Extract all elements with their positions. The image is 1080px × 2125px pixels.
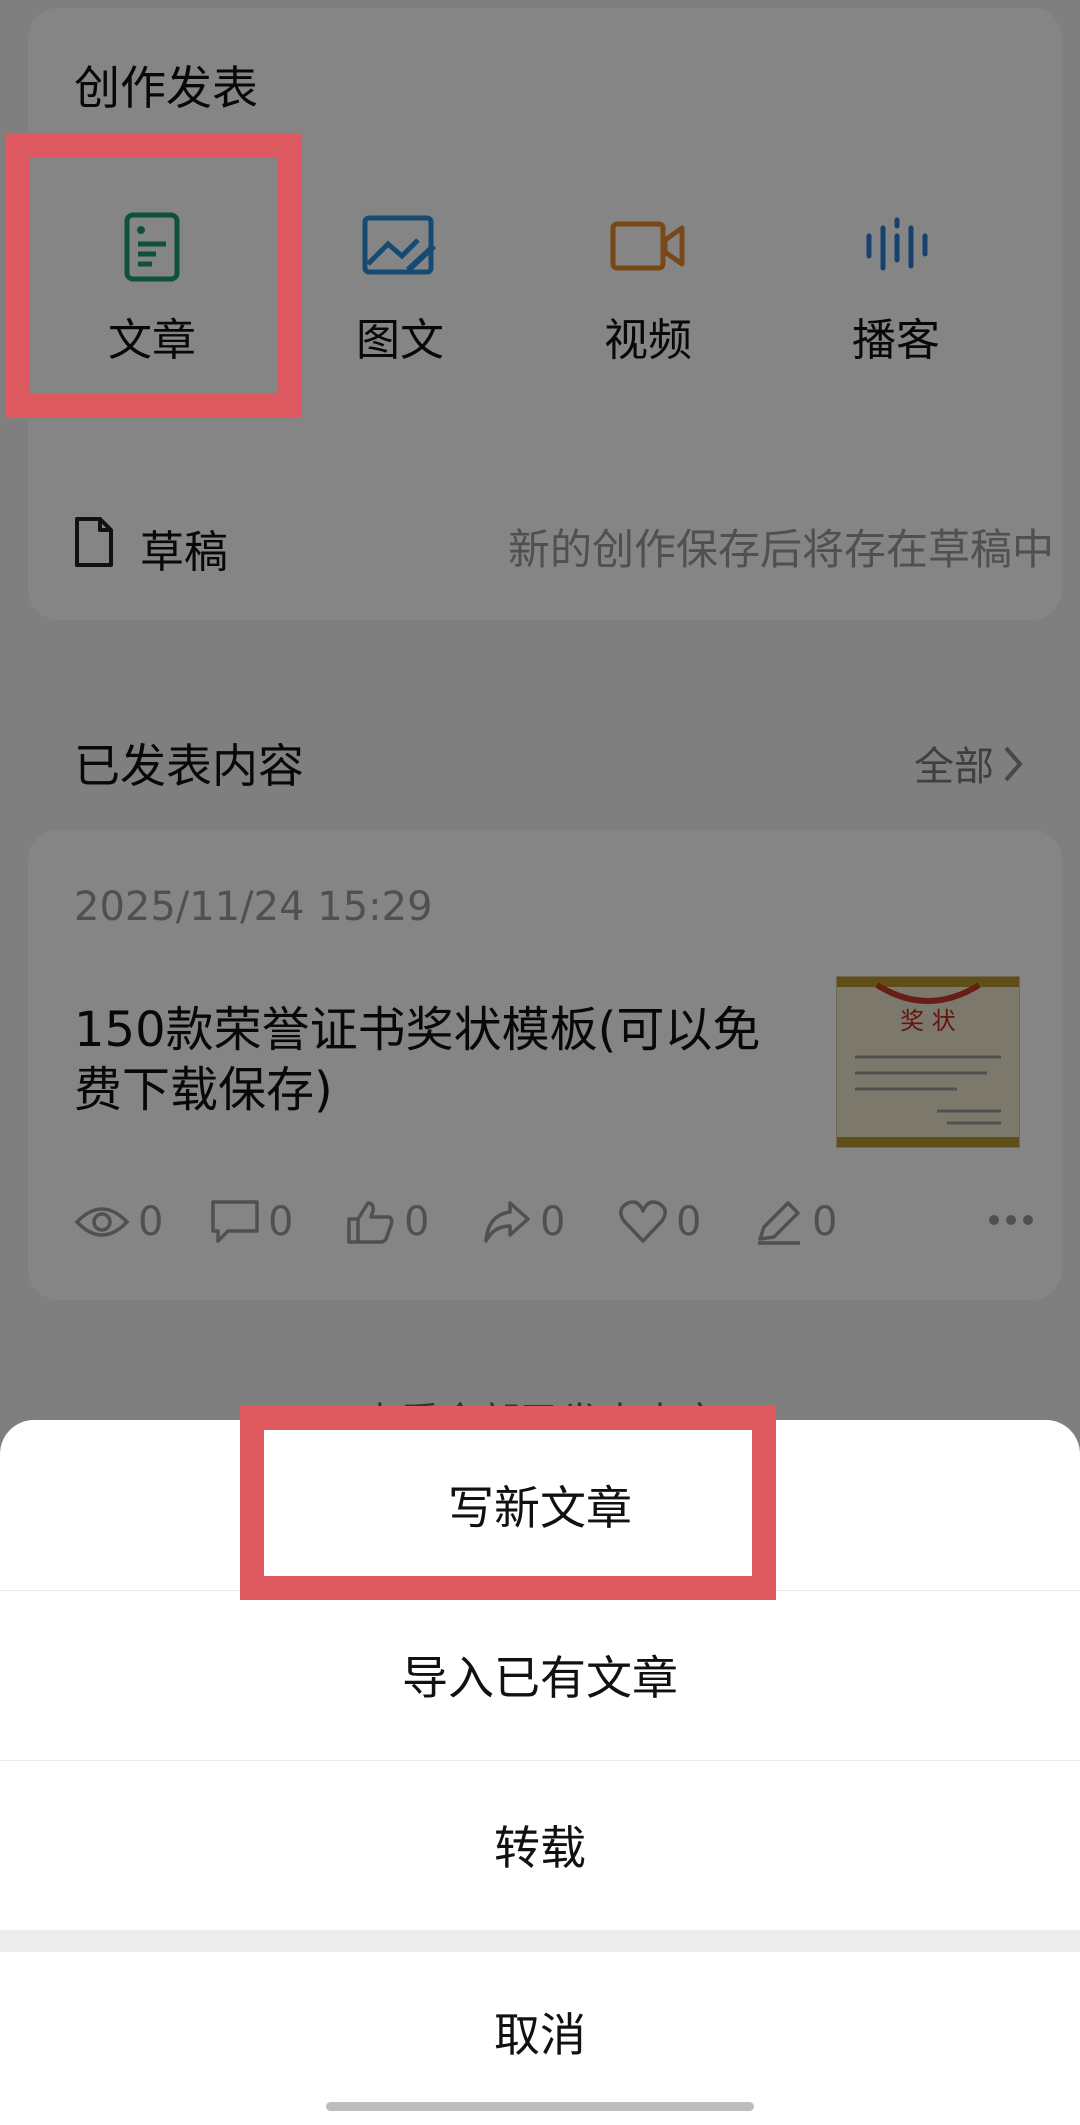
sheet-divider [0,1930,1080,1952]
sheet-item-write-new[interactable]: 写新文章 [0,1420,1080,1591]
sheet-cancel-button[interactable]: 取消 [0,1952,1080,2112]
sheet-item-import[interactable]: 导入已有文章 [0,1590,1080,1761]
sheet-item-repost[interactable]: 转载 [0,1760,1080,1930]
home-indicator[interactable] [326,2102,754,2111]
action-sheet: 写新文章 导入已有文章 转载 取消 [0,1420,1080,2125]
